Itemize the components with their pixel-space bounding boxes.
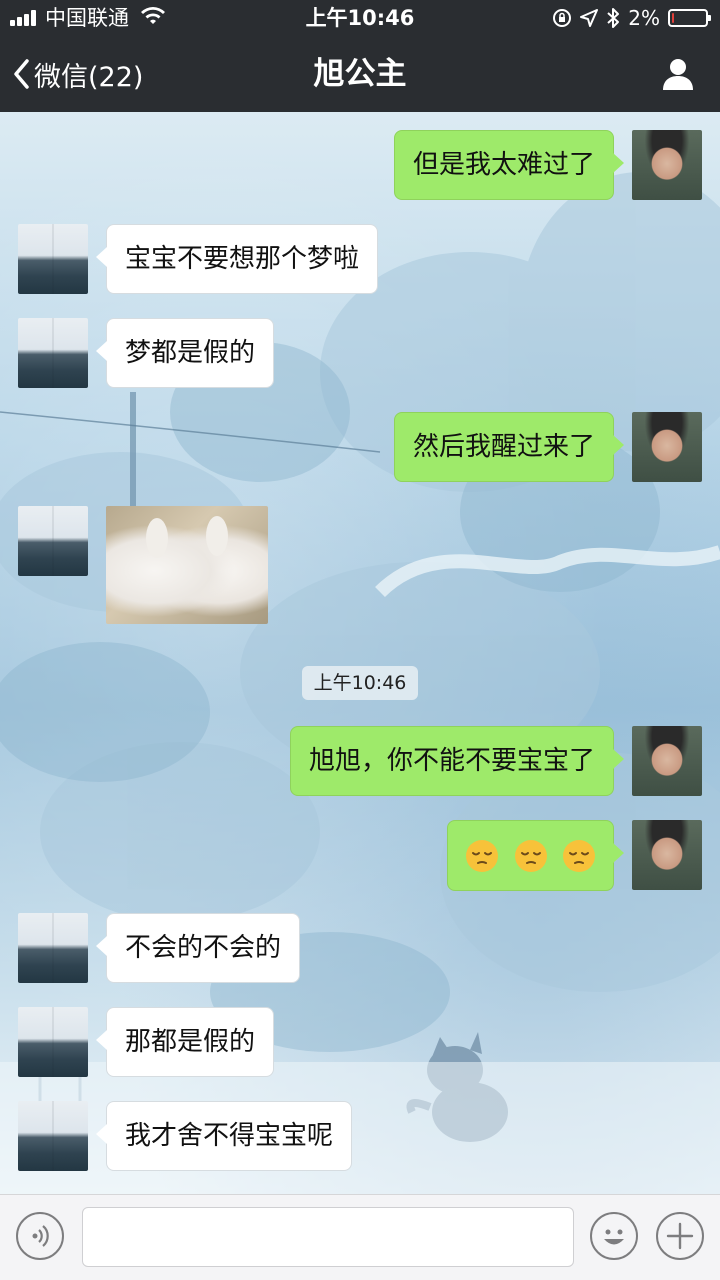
input-bar xyxy=(0,1194,720,1280)
message-bubble[interactable]: 然后我醒过来了 xyxy=(393,412,625,482)
voice-icon xyxy=(32,1225,49,1247)
status-bar: 中国联通 上午10:46 2% xyxy=(0,0,720,38)
emoji-button[interactable] xyxy=(590,1212,638,1260)
chevron-left-icon xyxy=(14,59,29,89)
chat-screen: 中国联通 上午10:46 2% 微信(22) 旭公主 但是我太难过了 宝宝不要想… xyxy=(0,0,720,1280)
message-row: 宝宝不要想那个梦啦 xyxy=(18,224,379,294)
message-row: 然后我醒过来了 xyxy=(393,412,702,482)
chat-timestamp: 上午10:46 xyxy=(302,666,418,700)
message-bubble[interactable]: 不会的不会的 xyxy=(95,913,301,983)
pensive-face-icon xyxy=(514,839,547,872)
message-row: 梦都是假的 xyxy=(18,318,275,388)
battery-percent: 2% xyxy=(628,6,660,30)
bluetooth-icon xyxy=(607,8,620,28)
nav-bar: 微信(22) 旭公主 xyxy=(0,38,720,112)
status-right: 2% xyxy=(552,6,711,30)
message-bubble[interactable] xyxy=(447,820,624,891)
avatar[interactable] xyxy=(18,506,88,576)
message-row: 那都是假的 xyxy=(18,1007,275,1077)
battery-icon xyxy=(668,9,711,27)
message-bubble[interactable]: 但是我太难过了 xyxy=(393,130,625,200)
avatar[interactable] xyxy=(632,412,702,482)
message-bubble[interactable]: 那都是假的 xyxy=(95,1007,275,1077)
message-bubble[interactable]: 梦都是假的 xyxy=(95,318,275,388)
message-row xyxy=(447,820,702,891)
voice-button[interactable] xyxy=(16,1212,64,1260)
avatar[interactable] xyxy=(18,318,88,388)
message-bubble[interactable]: 宝宝不要想那个梦啦 xyxy=(95,224,379,294)
avatar[interactable] xyxy=(632,130,702,200)
emoji-icon xyxy=(604,1229,624,1245)
avatar[interactable] xyxy=(18,1007,88,1077)
more-button[interactable] xyxy=(656,1212,704,1260)
avatar[interactable] xyxy=(18,224,88,294)
pensive-face-icon xyxy=(466,839,499,872)
message-row: 不会的不会的 xyxy=(18,913,301,983)
location-icon xyxy=(580,9,599,27)
back-label: 微信(22) xyxy=(34,61,144,93)
message-row xyxy=(18,506,268,624)
profile-icon[interactable] xyxy=(660,56,696,92)
avatar[interactable] xyxy=(18,913,88,983)
avatar[interactable] xyxy=(632,820,702,890)
back-button[interactable]: 微信(22) xyxy=(12,52,143,96)
rotation-lock-icon xyxy=(553,9,572,27)
message-row: 但是我太难过了 xyxy=(393,130,702,200)
bunnies-sticker[interactable] xyxy=(106,506,268,624)
plus-icon xyxy=(666,1222,694,1250)
message-row: 旭旭，你不能不要宝宝了 xyxy=(289,726,702,796)
message-row: 我才舍不得宝宝呢 xyxy=(18,1101,353,1171)
pensive-face-icon xyxy=(563,839,595,872)
message-bubble[interactable]: 我才舍不得宝宝呢 xyxy=(95,1101,353,1171)
top-bar: 中国联通 上午10:46 2% 微信(22) 旭公主 xyxy=(0,0,720,112)
battery-fill xyxy=(672,13,674,23)
avatar[interactable] xyxy=(632,726,702,796)
message-bubble[interactable]: 旭旭，你不能不要宝宝了 xyxy=(289,726,625,796)
avatar[interactable] xyxy=(18,1101,88,1171)
message-input[interactable] xyxy=(82,1207,574,1267)
